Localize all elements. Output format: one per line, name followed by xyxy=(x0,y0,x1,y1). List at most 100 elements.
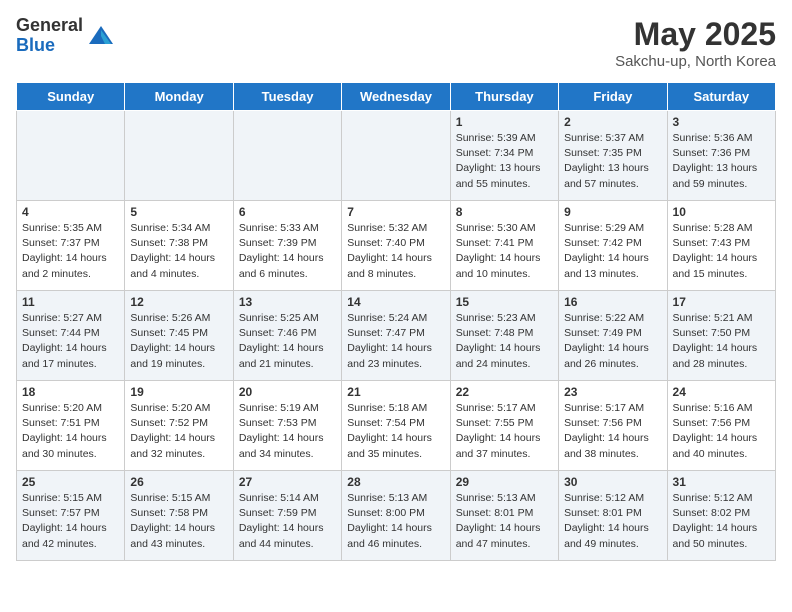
day-number: 5 xyxy=(130,205,227,219)
day-info: Sunrise: 5:16 AMSunset: 7:56 PMDaylight:… xyxy=(673,401,770,462)
day-header-sunday: Sunday xyxy=(17,83,125,111)
calendar-week-row: 4 Sunrise: 5:35 AMSunset: 7:37 PMDaylight… xyxy=(17,201,776,291)
day-number: 12 xyxy=(130,295,227,309)
day-number: 10 xyxy=(673,205,770,219)
day-info: Sunrise: 5:37 AMSunset: 7:35 PMDaylight:… xyxy=(564,131,661,192)
day-info: Sunrise: 5:17 AMSunset: 7:56 PMDaylight:… xyxy=(564,401,661,462)
calendar-cell: 15 Sunrise: 5:23 AMSunset: 7:48 PMDayligh… xyxy=(450,291,558,381)
calendar-cell: 24 Sunrise: 5:16 AMSunset: 7:56 PMDayligh… xyxy=(667,381,775,471)
calendar-cell: 3 Sunrise: 5:36 AMSunset: 7:36 PMDaylight… xyxy=(667,111,775,201)
day-info: Sunrise: 5:36 AMSunset: 7:36 PMDaylight:… xyxy=(673,131,770,192)
day-info: Sunrise: 5:15 AMSunset: 7:58 PMDaylight:… xyxy=(130,491,227,552)
day-info: Sunrise: 5:24 AMSunset: 7:47 PMDaylight:… xyxy=(347,311,444,372)
day-number: 27 xyxy=(239,475,336,489)
calendar-week-row: 25 Sunrise: 5:15 AMSunset: 7:57 PMDayligh… xyxy=(17,471,776,561)
day-number: 25 xyxy=(22,475,119,489)
day-number: 16 xyxy=(564,295,661,309)
day-number: 24 xyxy=(673,385,770,399)
calendar-cell: 5Sunrise: 5:34 AMSunset: 7:38 PMDaylight… xyxy=(125,201,233,291)
day-number: 17 xyxy=(673,295,770,309)
day-number: 23 xyxy=(564,385,661,399)
calendar-cell: 14 Sunrise: 5:24 AMSunset: 7:47 PMDayligh… xyxy=(342,291,450,381)
logo-blue-text: Blue xyxy=(16,36,83,56)
day-number: 9 xyxy=(564,205,661,219)
calendar-cell: 18 Sunrise: 5:20 AMSunset: 7:51 PMDayligh… xyxy=(17,381,125,471)
calendar-cell: 6Sunrise: 5:33 AMSunset: 7:39 PMDaylight… xyxy=(233,201,341,291)
day-info: Sunrise: 5:12 AMSunset: 8:01 PMDaylight:… xyxy=(564,491,661,552)
calendar-week-row: 18 Sunrise: 5:20 AMSunset: 7:51 PMDayligh… xyxy=(17,381,776,471)
day-number: 22 xyxy=(456,385,553,399)
day-info: Sunrise: 5:17 AMSunset: 7:55 PMDaylight:… xyxy=(456,401,553,462)
day-info: Sunrise: 5:21 AMSunset: 7:50 PMDaylight:… xyxy=(673,311,770,372)
calendar-cell: 9 Sunrise: 5:29 AMSunset: 7:42 PMDaylight… xyxy=(559,201,667,291)
day-info: Sunrise: 5:14 AMSunset: 7:59 PMDaylight:… xyxy=(239,491,336,552)
day-info: Sunrise: 5:39 AMSunset: 7:34 PMDaylight:… xyxy=(456,131,553,192)
day-number: 14 xyxy=(347,295,444,309)
calendar-cell xyxy=(233,111,341,201)
calendar-cell: 29 Sunrise: 5:13 AMSunset: 8:01 PMDayligh… xyxy=(450,471,558,561)
day-header-wednesday: Wednesday xyxy=(342,83,450,111)
calendar-cell: 13 Sunrise: 5:25 AMSunset: 7:46 PMDayligh… xyxy=(233,291,341,381)
day-number: 7 xyxy=(347,205,444,219)
day-number: 21 xyxy=(347,385,444,399)
subtitle: Sakchu-up, North Korea xyxy=(615,53,776,70)
calendar-cell: 16 Sunrise: 5:22 AMSunset: 7:49 PMDayligh… xyxy=(559,291,667,381)
day-info: Sunrise: 5:32 AMSunset: 7:40 PMDaylight:… xyxy=(347,221,444,282)
title-block: May 2025 Sakchu-up, North Korea xyxy=(615,16,776,70)
day-header-thursday: Thursday xyxy=(450,83,558,111)
day-info: Sunrise: 5:23 AMSunset: 7:48 PMDaylight:… xyxy=(456,311,553,372)
logo: General Blue xyxy=(16,16,115,56)
day-info: Sunrise: 5:20 AMSunset: 7:51 PMDaylight:… xyxy=(22,401,119,462)
day-info: Sunrise: 5:30 AMSunset: 7:41 PMDaylight:… xyxy=(456,221,553,282)
day-number: 3 xyxy=(673,115,770,129)
day-number: 29 xyxy=(456,475,553,489)
calendar-cell xyxy=(342,111,450,201)
day-number: 4 xyxy=(22,205,119,219)
calendar-cell: 28Sunrise: 5:13 AMSunset: 8:00 PMDayligh… xyxy=(342,471,450,561)
day-number: 30 xyxy=(564,475,661,489)
logo-general-text: General xyxy=(16,16,83,36)
day-header-saturday: Saturday xyxy=(667,83,775,111)
calendar-cell: 20 Sunrise: 5:19 AMSunset: 7:53 PMDayligh… xyxy=(233,381,341,471)
day-info: Sunrise: 5:35 AMSunset: 7:37 PMDaylight:… xyxy=(22,221,119,282)
day-info: Sunrise: 5:13 AMSunset: 8:00 PMDaylight:… xyxy=(347,491,444,552)
day-number: 15 xyxy=(456,295,553,309)
day-number: 6 xyxy=(239,205,336,219)
day-number: 18 xyxy=(22,385,119,399)
day-number: 1 xyxy=(456,115,553,129)
calendar-cell: 2 Sunrise: 5:37 AMSunset: 7:35 PMDaylight… xyxy=(559,111,667,201)
day-info: Sunrise: 5:13 AMSunset: 8:01 PMDaylight:… xyxy=(456,491,553,552)
calendar-cell: 19Sunrise: 5:20 AMSunset: 7:52 PMDayligh… xyxy=(125,381,233,471)
calendar-table: SundayMondayTuesdayWednesdayThursdayFrid… xyxy=(16,82,776,561)
day-info: Sunrise: 5:12 AMSunset: 8:02 PMDaylight:… xyxy=(673,491,770,552)
day-number: 31 xyxy=(673,475,770,489)
day-number: 20 xyxy=(239,385,336,399)
day-info: Sunrise: 5:22 AMSunset: 7:49 PMDaylight:… xyxy=(564,311,661,372)
calendar-cell: 27 Sunrise: 5:14 AMSunset: 7:59 PMDayligh… xyxy=(233,471,341,561)
calendar-cell: 26Sunrise: 5:15 AMSunset: 7:58 PMDayligh… xyxy=(125,471,233,561)
day-number: 2 xyxy=(564,115,661,129)
day-info: Sunrise: 5:15 AMSunset: 7:57 PMDaylight:… xyxy=(22,491,119,552)
calendar-cell: 12 Sunrise: 5:26 AMSunset: 7:45 PMDayligh… xyxy=(125,291,233,381)
main-title: May 2025 xyxy=(615,16,776,53)
calendar-week-row: 1 Sunrise: 5:39 AMSunset: 7:34 PMDaylight… xyxy=(17,111,776,201)
day-info: Sunrise: 5:29 AMSunset: 7:42 PMDaylight:… xyxy=(564,221,661,282)
day-info: Sunrise: 5:19 AMSunset: 7:53 PMDaylight:… xyxy=(239,401,336,462)
day-header-friday: Friday xyxy=(559,83,667,111)
calendar-cell: 10Sunrise: 5:28 AMSunset: 7:43 PMDayligh… xyxy=(667,201,775,291)
calendar-cell: 22 Sunrise: 5:17 AMSunset: 7:55 PMDayligh… xyxy=(450,381,558,471)
calendar-cell: 31 Sunrise: 5:12 AMSunset: 8:02 PMDayligh… xyxy=(667,471,775,561)
calendar-week-row: 11Sunrise: 5:27 AMSunset: 7:44 PMDayligh… xyxy=(17,291,776,381)
logo-icon xyxy=(87,22,115,50)
calendar-cell: 17 Sunrise: 5:21 AMSunset: 7:50 PMDayligh… xyxy=(667,291,775,381)
days-header-row: SundayMondayTuesdayWednesdayThursdayFrid… xyxy=(17,83,776,111)
calendar-cell xyxy=(17,111,125,201)
day-info: Sunrise: 5:25 AMSunset: 7:46 PMDaylight:… xyxy=(239,311,336,372)
day-info: Sunrise: 5:26 AMSunset: 7:45 PMDaylight:… xyxy=(130,311,227,372)
day-number: 13 xyxy=(239,295,336,309)
day-info: Sunrise: 5:18 AMSunset: 7:54 PMDaylight:… xyxy=(347,401,444,462)
calendar-cell: 23 Sunrise: 5:17 AMSunset: 7:56 PMDayligh… xyxy=(559,381,667,471)
day-number: 19 xyxy=(130,385,227,399)
day-info: Sunrise: 5:27 AMSunset: 7:44 PMDaylight:… xyxy=(22,311,119,372)
calendar-cell xyxy=(125,111,233,201)
